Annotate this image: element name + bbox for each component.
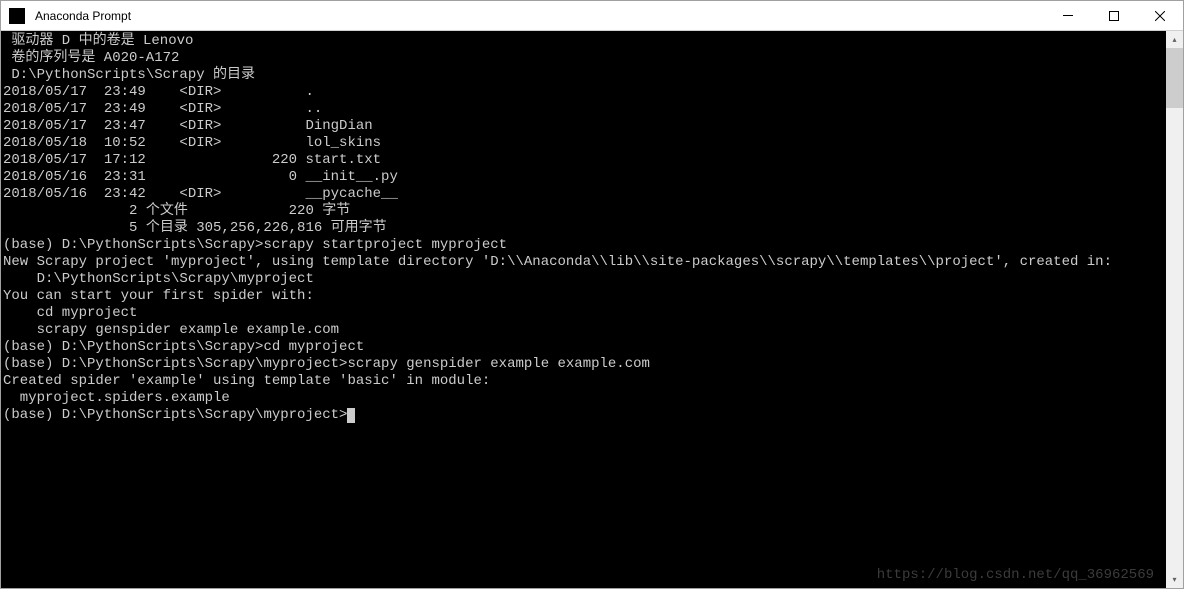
watermark-text: https://blog.csdn.net/qq_36962569 <box>877 567 1154 583</box>
terminal-output[interactable]: 驱动器 D 中的卷是 Lenovo 卷的序列号是 A020-A172 D:\Py… <box>1 31 1166 588</box>
window-title: Anaconda Prompt <box>33 9 1045 23</box>
terminal-line: D:\PythonScripts\Scrapy\myproject <box>3 271 1166 288</box>
terminal-line: 驱动器 D 中的卷是 Lenovo <box>3 33 1166 50</box>
vertical-scrollbar[interactable]: ▴ ▾ <box>1166 31 1183 588</box>
terminal-line: 卷的序列号是 A020-A172 <box>3 50 1166 67</box>
terminal-line: (base) D:\PythonScripts\Scrapy\myproject… <box>3 356 1166 373</box>
terminal-line: 2018/05/17 23:49 <DIR> .. <box>3 101 1166 118</box>
maximize-icon <box>1109 11 1119 21</box>
terminal-line: Created spider 'example' using template … <box>3 373 1166 390</box>
terminal-line: 2018/05/16 23:42 <DIR> __pycache__ <box>3 186 1166 203</box>
scroll-up-arrow[interactable]: ▴ <box>1166 31 1183 48</box>
terminal-line: D:\PythonScripts\Scrapy 的目录 <box>3 67 1166 84</box>
terminal-line: 2018/05/17 17:12 220 start.txt <box>3 152 1166 169</box>
terminal-container: 驱动器 D 中的卷是 Lenovo 卷的序列号是 A020-A172 D:\Py… <box>1 31 1183 588</box>
terminal-line: cd myproject <box>3 305 1166 322</box>
window-controls <box>1045 1 1183 31</box>
terminal-line: 2018/05/16 23:31 0 __init__.py <box>3 169 1166 186</box>
maximize-button[interactable] <box>1091 1 1137 31</box>
terminal-line: 2018/05/17 23:49 <DIR> . <box>3 84 1166 101</box>
terminal-line: 2 个文件 220 字节 <box>3 203 1166 220</box>
minimize-icon <box>1063 15 1073 16</box>
terminal-line: (base) D:\PythonScripts\Scrapy\myproject… <box>3 407 1166 424</box>
window-titlebar: Anaconda Prompt <box>1 1 1183 31</box>
terminal-line: myproject.spiders.example <box>3 390 1166 407</box>
terminal-line: 2018/05/17 23:47 <DIR> DingDian <box>3 118 1166 135</box>
terminal-line: 5 个目录 305,256,226,816 可用字节 <box>3 220 1166 237</box>
terminal-line: 2018/05/18 10:52 <DIR> lol_skins <box>3 135 1166 152</box>
cursor <box>347 408 355 423</box>
scroll-down-arrow[interactable]: ▾ <box>1166 571 1183 588</box>
minimize-button[interactable] <box>1045 1 1091 31</box>
terminal-line: scrapy genspider example example.com <box>3 322 1166 339</box>
close-icon <box>1155 11 1165 21</box>
terminal-line: You can start your first spider with: <box>3 288 1166 305</box>
terminal-line: (base) D:\PythonScripts\Scrapy>scrapy st… <box>3 237 1166 254</box>
app-icon <box>9 8 25 24</box>
terminal-line: (base) D:\PythonScripts\Scrapy>cd myproj… <box>3 339 1166 356</box>
scroll-track[interactable] <box>1166 48 1183 571</box>
scroll-thumb[interactable] <box>1166 48 1183 108</box>
close-button[interactable] <box>1137 1 1183 31</box>
terminal-line: New Scrapy project 'myproject', using te… <box>3 254 1166 271</box>
